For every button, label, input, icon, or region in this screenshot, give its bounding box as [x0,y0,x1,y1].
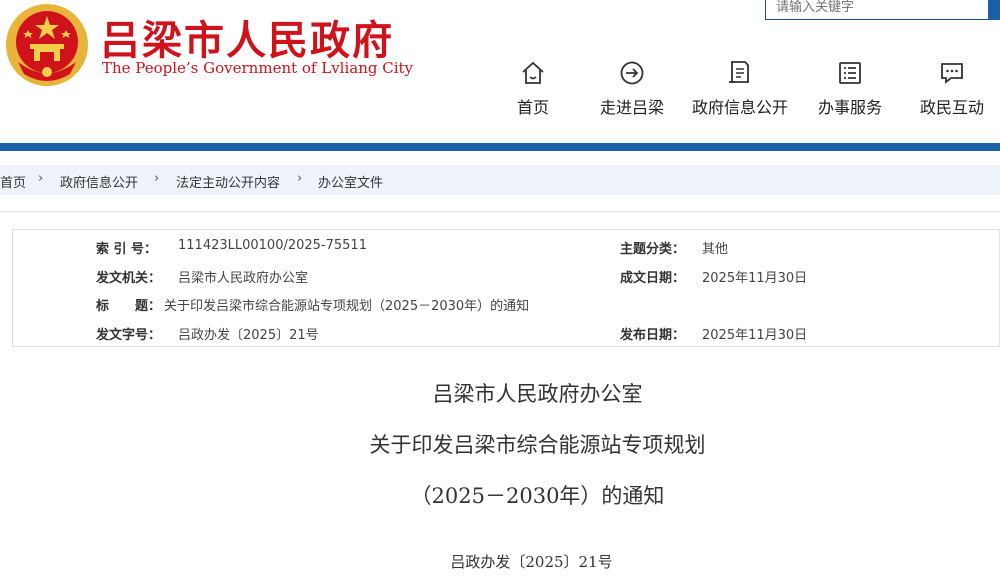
nav-info-disclosure[interactable]: 政府信息公开 [688,60,792,120]
site-title[interactable]: 吕梁市人民政府 [100,8,394,66]
published-date-value: 2025年11月30日 [702,328,808,343]
site-title-english: The People’s Government of Lvliang City [102,59,414,77]
created-date-value: 2025年11月30日 [702,271,808,286]
nav-services-label: 办事服务 [817,98,882,117]
nav-about-label: 走进吕梁 [599,98,664,117]
index-number-value: 111423LL00100/2025-75511 [178,238,367,253]
breadcrumb-divider [0,211,1000,212]
doc-title-value: 关于印发吕梁市综合能源站专项规划（2025－2030年）的通知 [164,299,530,314]
breadcrumb-statutory-content[interactable]: 法定主动公开内容 [176,172,280,191]
nav-interaction-label: 政民互动 [919,98,984,117]
document-title-line-3: （2025－2030年）的通知 [410,484,665,508]
nav-home-label: 首页 [516,98,549,117]
doc-number-value: 吕政办发〔2025〕21号 [178,328,319,343]
national-emblem-icon[interactable] [4,2,90,88]
breadcrumb: 首页 › 政府信息公开 › 法定主动公开内容 › 办公室文件 [0,165,1000,195]
issuer-value: 吕梁市人民政府办公室 [178,271,309,286]
breadcrumb-info-disclosure[interactable]: 政府信息公开 [60,172,138,191]
list-icon [839,62,861,84]
document-icon [729,61,749,83]
chevron-right-icon: › [38,171,44,186]
issuer-label: 发文机关： [96,271,162,286]
chevron-right-icon: › [297,171,303,186]
document-title-line-2: 关于印发吕梁市综合能源站专项规划 [369,433,706,457]
doc-title-label: 标 题： [96,299,162,314]
home-icon [522,61,544,84]
arrow-circle-icon [620,61,644,85]
site-header: 吕梁市人民政府 The People’s Government of Lvlia… [0,0,1000,143]
index-number-label: 索 引 号： [96,242,158,257]
search-input[interactable] [766,0,988,19]
breadcrumb-office-documents[interactable]: 办公室文件 [318,172,383,191]
breadcrumb-home[interactable]: 首页 [0,172,26,191]
search-button[interactable] [988,0,1000,20]
doc-number-label: 发文字号： [96,328,162,343]
nav-interaction[interactable]: 政民互动 [916,60,988,120]
header-divider-bar [0,143,1000,151]
nav-info-disclosure-label: 政府信息公开 [691,98,788,117]
chat-icon [941,63,963,84]
nav-home[interactable]: 首页 [513,60,553,120]
search-box [765,0,990,20]
document-title-line-1: 吕梁市人民政府办公室 [432,382,643,406]
category-value: 其他 [702,242,729,257]
document-number: 吕政办发〔2025〕21号 [450,553,613,571]
category-label: 主题分类： [620,242,686,257]
nav-about[interactable]: 走进吕梁 [596,60,668,120]
nav-services[interactable]: 办事服务 [814,60,886,120]
published-date-label: 发布日期： [620,328,686,343]
created-date-label: 成文日期： [620,271,686,286]
chevron-right-icon: › [154,171,160,186]
